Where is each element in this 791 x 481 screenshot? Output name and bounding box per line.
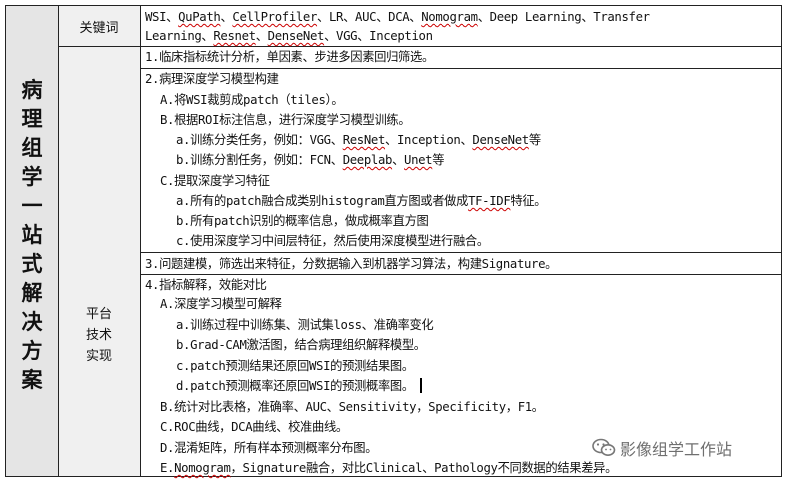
spellcheck-word: ResNet [342, 133, 386, 147]
platform-label-cell [58, 46, 140, 476]
spellcheck-word: TF-IDF [468, 194, 511, 208]
platform-label-line: 实现 [85, 349, 112, 364]
table-border [781, 5, 782, 477]
title-char: 解 [21, 280, 43, 305]
list-item: a.所有的patch融合成类别histogram直方图或者做成TF-IDF特征。 [176, 194, 547, 208]
list-item: D.混淆矩阵，所有样本预测概率分布图。 [160, 441, 378, 455]
keywords-label: 关键词 [79, 21, 119, 36]
title-char: 案 [21, 367, 43, 392]
document-page: 病 理 组 学 一 站 式 解 决 方 案 关键词 平台 技术 实现 WSI、Q… [0, 0, 791, 481]
list-item: B.统计对比表格，准确率、AUC、Sensitivity，Specificity… [160, 400, 544, 414]
title-char: 理 [21, 106, 43, 131]
table-border [58, 46, 782, 47]
spellcheck-word: Deeplab [342, 153, 393, 167]
title-char: 一 [21, 193, 43, 218]
solution-title: 病 理 组 学 一 站 式 解 决 方 案 [6, 75, 58, 394]
table-border [140, 5, 141, 477]
table-border [5, 5, 782, 6]
spellcheck-word: DenseNet [472, 133, 529, 147]
list-item: C.ROC曲线，DCA曲线、校准曲线。 [160, 420, 348, 434]
wechat-icon [592, 438, 616, 462]
clinical-stats-row: 1.临床指标统计分析，单因素、步进多因素回归筛选。 [145, 50, 434, 64]
list-item: A.深度学习模型可解释 [160, 297, 282, 311]
list-item: C.提取深度学习特征 [160, 174, 270, 188]
table-border [140, 252, 782, 253]
title-char: 站 [21, 222, 43, 247]
list-item: b.训练分割任务，例如：FCN、Deeplab、Unet等 [176, 153, 445, 167]
spellcheck-word: Resnet [213, 29, 256, 43]
keywords-line-2: Learning、Resnet、DenseNet、VGG、Inception [145, 29, 433, 43]
list-item: c.使用深度学习中间层特征，然后使用深度模型进行融合。 [176, 234, 489, 248]
title-char: 病 [21, 77, 43, 102]
title-char: 式 [21, 251, 43, 276]
list-item: b.Grad-CAM激活图，结合病理组织解释模型。 [176, 338, 426, 352]
table-border [58, 5, 59, 477]
spellcheck-word: CellProfiler [232, 10, 318, 24]
platform-label: 平台 技术 实现 [58, 304, 140, 367]
interpretation-heading: 4.指标解释，效能对比 [145, 278, 267, 292]
keywords-line-1: WSI、QuPath、CellProfiler、LR、AUC、DCA、Nomog… [145, 10, 650, 24]
list-item: a.训练分类任务，例如：VGG、ResNet、Inception、DenseNe… [176, 133, 541, 147]
title-char: 方 [21, 338, 43, 363]
spellcheck-word: QuPath [178, 10, 221, 24]
watermark: 影像组学工作站 [592, 436, 732, 462]
spellcheck-word: Nomogram [174, 461, 231, 475]
spellcheck-word: Unet [404, 153, 433, 167]
title-char: 组 [21, 135, 43, 160]
platform-label-line: 技术 [85, 328, 112, 343]
deep-learning-heading: 2.病理深度学习模型构建 [145, 72, 279, 86]
platform-label-line: 平台 [85, 307, 112, 322]
list-item: a.训练过程中训练集、测试集loss、准确率变化 [176, 318, 434, 332]
watermark-text: 影像组学工作站 [620, 440, 733, 459]
list-item: b.所有patch识别的概率信息，做成概率直方图 [176, 214, 429, 228]
list-item: B.根据ROI标注信息，进行深度学习模型训练。 [160, 113, 411, 127]
table-border [140, 274, 782, 275]
spellcheck-word: DenseNet [267, 29, 325, 43]
title-char: 决 [21, 309, 43, 334]
table-border [5, 476, 782, 477]
list-item: A.将WSI裁剪成patch（tiles）。 [160, 93, 344, 107]
modeling-row: 3.问题建模，筛选出来特征，分数据输入到机器学习算法，构建Signature。 [145, 257, 558, 271]
list-item: E.Nomogram，Signature融合，对比Clinical、Pathol… [160, 461, 618, 475]
text-cursor [419, 378, 422, 393]
list-item: d.patch预测概率还原回WSI的预测概率图。 [176, 378, 422, 394]
spellcheck-word: Nomogram [421, 10, 478, 24]
list-item: c.patch预测结果还原回WSI的预测结果图。 [176, 359, 414, 373]
table-border [140, 68, 782, 69]
title-char: 学 [21, 164, 43, 189]
